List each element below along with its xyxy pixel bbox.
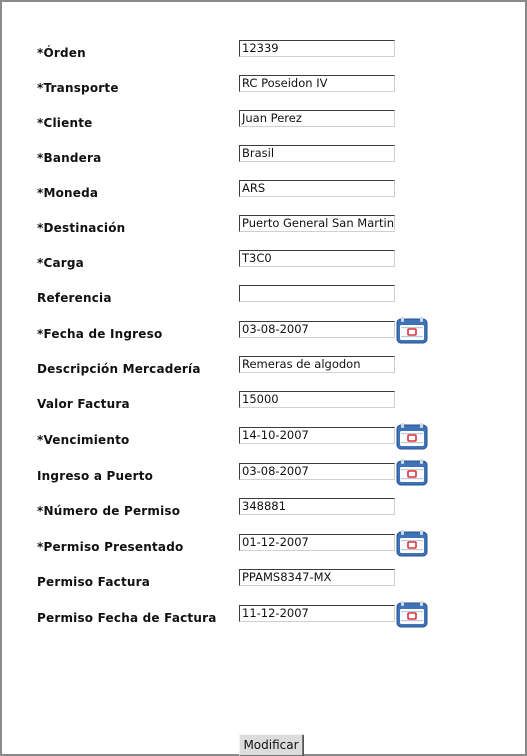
field-fecha-ingreso: *Fecha de Ingreso 03-08-2007 [37, 317, 507, 346]
field-label: *Bandera [37, 151, 102, 165]
field-transporte: *Transporte RC Poseidon IV [37, 74, 507, 100]
field-label: *Órden [37, 46, 86, 60]
calendar-icon[interactable] [395, 315, 429, 345]
numero-permiso-input[interactable]: 348881 [239, 498, 395, 515]
descripcion-mercaderia-input[interactable]: Remeras de algodon [239, 356, 395, 373]
bandera-input[interactable]: Brasil [239, 145, 395, 162]
form-frame: *Órden 12339 *Transporte RC Poseidon IV … [0, 0, 527, 756]
field-label: *Carga [37, 256, 84, 270]
orden-input[interactable]: 12339 [239, 40, 395, 57]
calendar-icon[interactable] [395, 599, 429, 629]
field-label: Valor Factura [37, 397, 130, 411]
field-moneda: *Moneda ARS [37, 179, 507, 205]
field-label: Permiso Fecha de Factura [37, 611, 217, 625]
field-orden: *Órden 12339 [37, 39, 507, 65]
field-referencia: Referencia [37, 284, 507, 310]
field-carga: *Carga T3C0 [37, 249, 507, 275]
field-label: *Destinación [37, 221, 126, 235]
field-label: *Número de Permiso [37, 504, 181, 518]
cliente-input[interactable]: Juan Perez [239, 110, 395, 127]
field-label: *Transporte [37, 81, 119, 95]
moneda-input[interactable]: ARS [239, 180, 395, 197]
field-valor-factura: Valor Factura 15000 [37, 390, 507, 416]
field-bandera: *Bandera Brasil [37, 144, 507, 170]
field-label: Permiso Factura [37, 575, 151, 589]
field-descripcion-mercaderia: Descripción Mercadería Remeras de algodo… [37, 355, 507, 381]
field-label: Ingreso a Puerto [37, 469, 154, 483]
calendar-icon[interactable] [395, 528, 429, 558]
transporte-input[interactable]: RC Poseidon IV [239, 75, 395, 92]
fecha-ingreso-input[interactable]: 03-08-2007 [239, 321, 395, 338]
calendar-icon[interactable] [395, 421, 429, 451]
ingreso-puerto-input[interactable]: 03-08-2007 [239, 463, 395, 480]
field-permiso-factura: Permiso Factura PPAMS8347-MX [37, 568, 507, 594]
field-label: *Vencimiento [37, 433, 130, 447]
field-label: Descripción Mercadería [37, 362, 201, 376]
field-cliente: *Cliente Juan Perez [37, 109, 507, 135]
field-label: *Permiso Presentado [37, 540, 184, 554]
field-permiso-fecha-factura: Permiso Fecha de Factura 11-12-2007 [37, 601, 507, 630]
field-label: *Fecha de Ingreso [37, 327, 163, 341]
permiso-factura-input[interactable]: PPAMS8347-MX [239, 569, 395, 586]
calendar-icon[interactable] [395, 457, 429, 487]
field-permiso-presentado: *Permiso Presentado 01-12-2007 [37, 530, 507, 559]
field-numero-permiso: *Número de Permiso 348881 [37, 497, 507, 523]
valor-factura-input[interactable]: 15000 [239, 391, 395, 408]
field-label: *Cliente [37, 116, 93, 130]
carga-input[interactable]: T3C0 [239, 250, 395, 267]
destinacion-input[interactable]: Puerto General San Martin [239, 215, 395, 232]
referencia-input[interactable] [239, 285, 395, 302]
permiso-presentado-input[interactable]: 01-12-2007 [239, 534, 395, 551]
modificar-button[interactable]: Modificar [239, 734, 303, 756]
field-label: *Moneda [37, 186, 99, 200]
vencimiento-input[interactable]: 14-10-2007 [239, 427, 395, 444]
field-destinacion: *Destinación Puerto General San Martin [37, 214, 507, 240]
field-ingreso-puerto: Ingreso a Puerto 03-08-2007 [37, 459, 507, 488]
field-label: Referencia [37, 291, 112, 305]
permiso-fecha-factura-input[interactable]: 11-12-2007 [239, 605, 395, 622]
field-vencimiento: *Vencimiento 14-10-2007 [37, 423, 507, 452]
